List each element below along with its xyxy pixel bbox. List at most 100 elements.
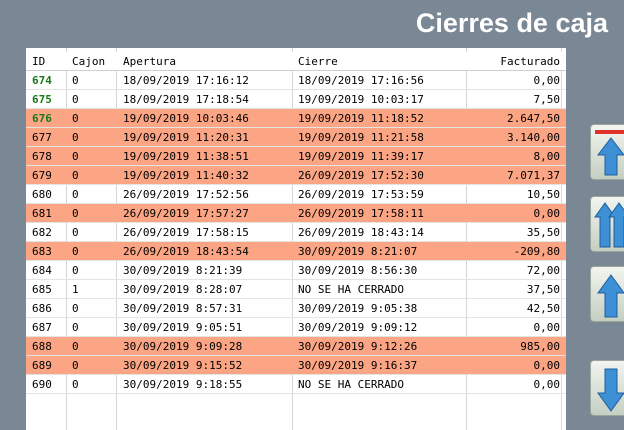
cell-cajon: 0 [72,302,79,315]
table-row[interactable]: 675 0 18/09/2019 17:18:54 19/09/2019 10:03:… [26,90,566,109]
cell-id: 677 [32,131,52,144]
column-header-apertura[interactable]: Apertura [123,52,291,71]
page-up-button[interactable] [590,196,624,252]
cell-facturado: 3.140,00 [507,131,560,144]
cell-facturado: 7,50 [533,93,561,106]
cell-facturado: 35,50 [526,226,560,239]
cell-facturado: 8,00 [533,150,561,163]
cell-cajon: 0 [72,226,79,239]
cell-cajon: 1 [72,283,79,296]
table-row[interactable]: 683 0 26/09/2019 18:43:54 30/09/2019 8:21:0… [26,242,566,261]
cell-cierre: 30/09/2019 9:09:12 [298,321,418,334]
cell-id: 679 [32,169,52,182]
cell-cierre: 26/09/2019 17:52:30 [298,169,424,182]
table-row[interactable]: 674 0 18/09/2019 17:16:12 18/09/2019 17:16:… [26,71,566,90]
cell-facturado: 37,50 [526,283,560,296]
cell-cajon: 0 [72,150,79,163]
cell-cierre: NO SE HA CERRADO [298,283,404,296]
table-row[interactable]: 682 0 26/09/2019 17:58:15 26/09/2019 18:43:… [26,223,566,242]
table-row[interactable]: 686 0 30/09/2019 8:57:31 30/09/2019 9:05:38… [26,299,566,318]
cell-cajon: 0 [72,264,79,277]
row-up-icon [597,274,624,318]
cell-cajon: 0 [72,321,79,334]
table-header: ID Cajon Apertura Cierre Facturado [26,52,566,71]
cell-facturado: -209,80 [513,245,560,258]
cell-id: 688 [32,340,52,353]
table-row[interactable]: 684 0 30/09/2019 8:21:39 30/09/2019 8:56:30… [26,261,566,280]
cell-cajon: 0 [72,112,79,125]
cell-cierre: 26/09/2019 18:43:14 [298,226,424,239]
cell-apertura: 19/09/2019 11:20:31 [123,131,249,144]
cell-cierre: 19/09/2019 10:03:17 [298,93,424,106]
cell-cierre: 18/09/2019 17:16:56 [298,74,424,87]
cell-apertura: 18/09/2019 17:16:12 [123,74,249,87]
cell-facturado: 0,00 [533,378,561,391]
table-row[interactable]: 676 0 19/09/2019 10:03:46 19/09/2019 11:18:… [26,109,566,128]
cell-cierre: 26/09/2019 17:53:59 [298,188,424,201]
cell-id: 676 [32,112,52,125]
table-row[interactable]: 678 0 19/09/2019 11:38:51 19/09/2019 11:39:… [26,147,566,166]
cierres-table: ID Cajon Apertura Cierre Facturado 674 0 1… [26,48,566,430]
column-header-cajon[interactable]: Cajon [72,52,112,71]
scroll-top-icon [595,130,624,176]
cell-cajon: 0 [72,188,79,201]
cell-cajon: 0 [72,131,79,144]
table-row[interactable]: 688 0 30/09/2019 9:09:28 30/09/2019 9:12:26… [26,337,566,356]
cell-apertura: 19/09/2019 10:03:46 [123,112,249,125]
table-row[interactable]: 689 0 30/09/2019 9:15:52 30/09/2019 9:16:37… [26,356,566,375]
table-row[interactable]: 677 0 19/09/2019 11:20:31 19/09/2019 11:21:… [26,128,566,147]
cell-id: 684 [32,264,52,277]
row-up-button[interactable] [590,266,624,322]
cell-id: 687 [32,321,52,334]
cell-apertura: 26/09/2019 17:58:15 [123,226,249,239]
cell-cierre: 30/09/2019 9:16:37 [298,359,418,372]
cell-cierre: 19/09/2019 11:39:17 [298,150,424,163]
table-row[interactable]: 687 0 30/09/2019 9:05:51 30/09/2019 9:09:12… [26,318,566,337]
table-row[interactable]: 679 0 19/09/2019 11:40:32 26/09/2019 17:52:… [26,166,566,185]
cell-apertura: 30/09/2019 8:21:39 [123,264,243,277]
cell-facturado: 72,00 [526,264,560,277]
table-row[interactable]: 690 0 30/09/2019 9:18:55 NO SE HA CERRADO 0,… [26,375,566,394]
cell-facturado: 0,00 [533,207,561,220]
cell-apertura: 19/09/2019 11:40:32 [123,169,249,182]
cell-apertura: 30/09/2019 9:15:52 [123,359,243,372]
row-down-button[interactable] [590,360,624,416]
cell-apertura: 30/09/2019 9:09:28 [123,340,243,353]
table-row[interactable]: 681 0 26/09/2019 17:57:27 26/09/2019 17:58:… [26,204,566,223]
window-title: Cierres de caja [415,8,608,38]
cell-facturado: 42,50 [526,302,560,315]
cell-apertura: 30/09/2019 8:28:07 [123,283,243,296]
cell-apertura: 30/09/2019 9:18:55 [123,378,243,391]
column-header-facturado[interactable]: Facturado [470,52,560,71]
cell-facturado: 10,50 [526,188,560,201]
cell-id: 674 [32,74,52,87]
cell-apertura: 26/09/2019 18:43:54 [123,245,249,258]
row-down-icon [597,368,624,412]
cell-id: 690 [32,378,52,391]
cell-facturado: 0,00 [533,321,561,334]
cell-id: 682 [32,226,52,239]
table-row[interactable]: 685 1 30/09/2019 8:28:07 NO SE HA CERRADO 37… [26,280,566,299]
cell-cajon: 0 [72,340,79,353]
cell-cajon: 0 [72,207,79,220]
cell-cajon: 0 [72,169,79,182]
cell-cierre: NO SE HA CERRADO [298,378,404,391]
cell-facturado: 7.071,37 [507,169,560,182]
cell-apertura: 30/09/2019 8:57:31 [123,302,243,315]
column-header-id[interactable]: ID [32,52,66,71]
cell-id: 685 [32,283,52,296]
cell-facturado: 0,00 [533,74,561,87]
cell-cajon: 0 [72,93,79,106]
cell-id: 680 [32,188,52,201]
cell-id: 678 [32,150,52,163]
table-row[interactable]: 680 0 26/09/2019 17:52:56 26/09/2019 17:53:… [26,185,566,204]
cell-apertura: 30/09/2019 9:05:51 [123,321,243,334]
cell-facturado: 2.647,50 [507,112,560,125]
column-header-cierre[interactable]: Cierre [298,52,468,71]
cell-cajon: 0 [72,245,79,258]
page-up-icon [594,202,624,248]
cell-cierre: 19/09/2019 11:21:58 [298,131,424,144]
scroll-top-button[interactable] [590,124,624,180]
cell-id: 689 [32,359,52,372]
cell-cierre: 30/09/2019 8:21:07 [298,245,418,258]
